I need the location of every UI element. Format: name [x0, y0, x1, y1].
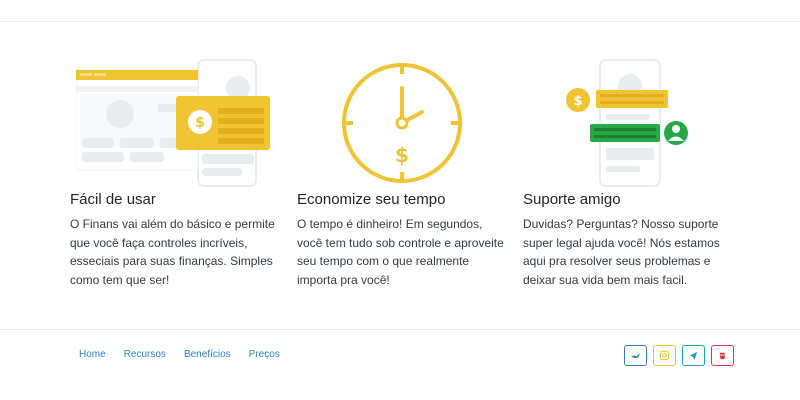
svg-text:$: $ — [195, 115, 205, 131]
feature-title-support: Suporte amigo — [523, 191, 621, 208]
footer-link-recursos[interactable]: Recursos — [124, 349, 166, 360]
instagram-button[interactable] — [653, 345, 676, 366]
feature-text-support: Duvidas? Perguntas? Nosso suporte super … — [523, 217, 720, 287]
twitter-icon — [630, 352, 641, 359]
svg-text:$: $ — [573, 94, 582, 109]
twitter-button[interactable] — [624, 345, 647, 366]
header-divider — [0, 21, 800, 22]
instagram-icon — [659, 350, 670, 361]
svg-text:$: $ — [395, 143, 409, 167]
app-store-icon — [719, 352, 726, 360]
clock-money-illustration: $ — [342, 63, 462, 183]
dashboard-card-illustration: $ — [76, 59, 270, 187]
footer-link-beneficios[interactable]: Benefícios — [184, 349, 231, 360]
telegram-icon — [689, 351, 698, 361]
chat-support-illustration: $ — [566, 59, 688, 187]
footer-link-home[interactable]: Home — [79, 349, 106, 360]
social-links — [624, 345, 734, 366]
footer-link-precos[interactable]: Preços — [249, 349, 280, 360]
feature-text-easy: O Finans vai além do básico e permite qu… — [70, 217, 275, 287]
footer-nav: Home Recursos Benefícios Preços — [79, 349, 298, 360]
telegram-button[interactable] — [682, 345, 705, 366]
footer-divider — [0, 329, 800, 330]
feature-text-time: O tempo é dinheiro! Em segundos, você te… — [297, 217, 504, 287]
feature-title-time: Economize seu tempo — [297, 191, 446, 208]
feature-title-easy: Fácil de usar — [70, 191, 156, 208]
app-store-button[interactable] — [711, 345, 734, 366]
